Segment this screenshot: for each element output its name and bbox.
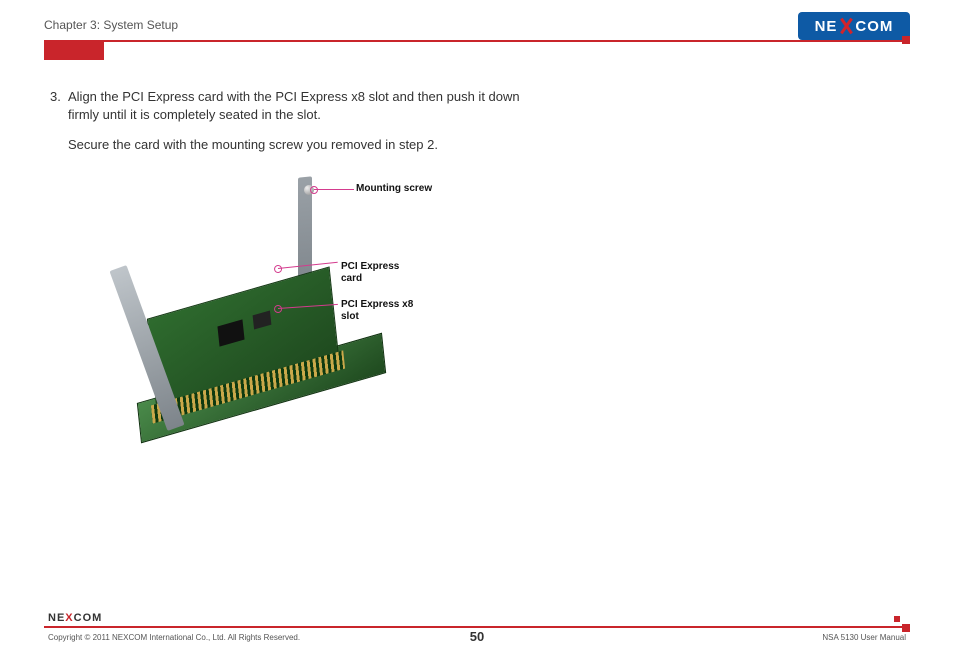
chapter-title: Chapter 3: System Setup	[44, 18, 178, 32]
logo-x-icon	[838, 18, 854, 34]
logo-text-left: NE	[815, 18, 838, 35]
page-number: 50	[0, 629, 954, 644]
header-tab-accent	[44, 42, 104, 60]
content-area: 3. Align the PCI Express card with the P…	[50, 88, 910, 602]
callout-pci-card: PCI Express card	[341, 261, 411, 285]
logo-text-right: COM	[855, 18, 893, 35]
step-text-line2: Secure the card with the mounting screw …	[68, 136, 538, 154]
header-end-square	[902, 36, 910, 44]
callout-mounting-screw: Mounting screw	[356, 183, 432, 195]
footer-logo-left: NE	[48, 612, 65, 624]
callout-pci-slot: PCI Express x8 slot	[341, 299, 431, 323]
callout-leader-screw	[314, 189, 354, 190]
instruction-step: 3. Align the PCI Express card with the P…	[50, 88, 910, 155]
page-header: Chapter 3: System Setup NE COM	[44, 18, 910, 52]
footer-rule	[44, 626, 910, 628]
installation-figure: Mounting screw PCI Express card PCI Expr…	[68, 173, 488, 473]
footer-brand-logo: NEXCOM	[48, 612, 102, 624]
step-text: Align the PCI Express card with the PCI …	[68, 88, 538, 155]
step-number: 3.	[50, 88, 68, 155]
step-text-line1: Align the PCI Express card with the PCI …	[68, 88, 538, 124]
brand-logo: NE COM	[798, 12, 910, 40]
footer-logo-right: COM	[74, 612, 103, 624]
footer-end-square-small	[894, 616, 900, 622]
footer-logo-x: X	[65, 612, 73, 624]
manual-name: NSA 5130 User Manual	[822, 633, 906, 642]
header-rule	[44, 40, 910, 42]
